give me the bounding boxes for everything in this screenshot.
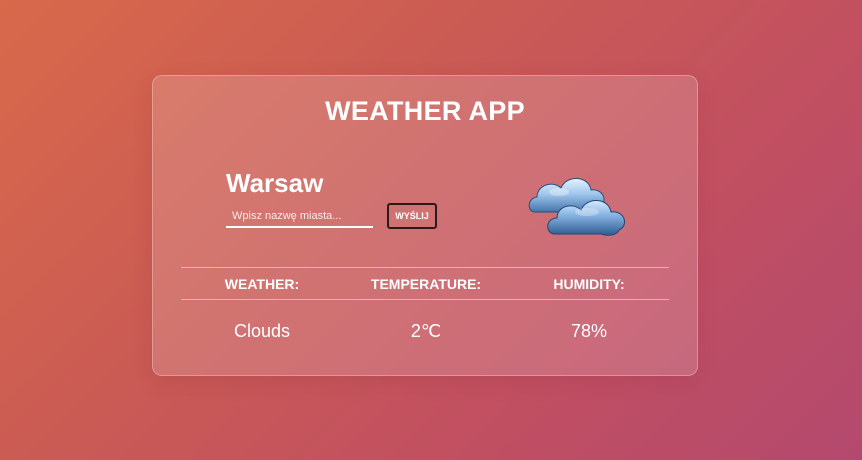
weather-card: WEATHER APP Warsaw WYŚLIJ xyxy=(152,75,698,376)
city-search-input[interactable] xyxy=(226,206,373,228)
humidity-header: HUMIDITY: xyxy=(553,276,625,292)
clouds-icon xyxy=(525,168,631,240)
temperature-value: 2℃ xyxy=(410,321,442,341)
app-title: WEATHER APP xyxy=(325,96,525,126)
weather-header: WEATHER: xyxy=(224,276,300,292)
divider xyxy=(181,299,669,300)
send-button[interactable]: WYŚLIJ xyxy=(387,203,437,229)
city-name: Warsaw xyxy=(226,168,324,198)
weather-value: Clouds xyxy=(233,321,291,341)
temperature-header: TEMPERATURE: xyxy=(370,276,482,292)
humidity-value: 78% xyxy=(570,321,608,341)
divider xyxy=(181,267,669,268)
